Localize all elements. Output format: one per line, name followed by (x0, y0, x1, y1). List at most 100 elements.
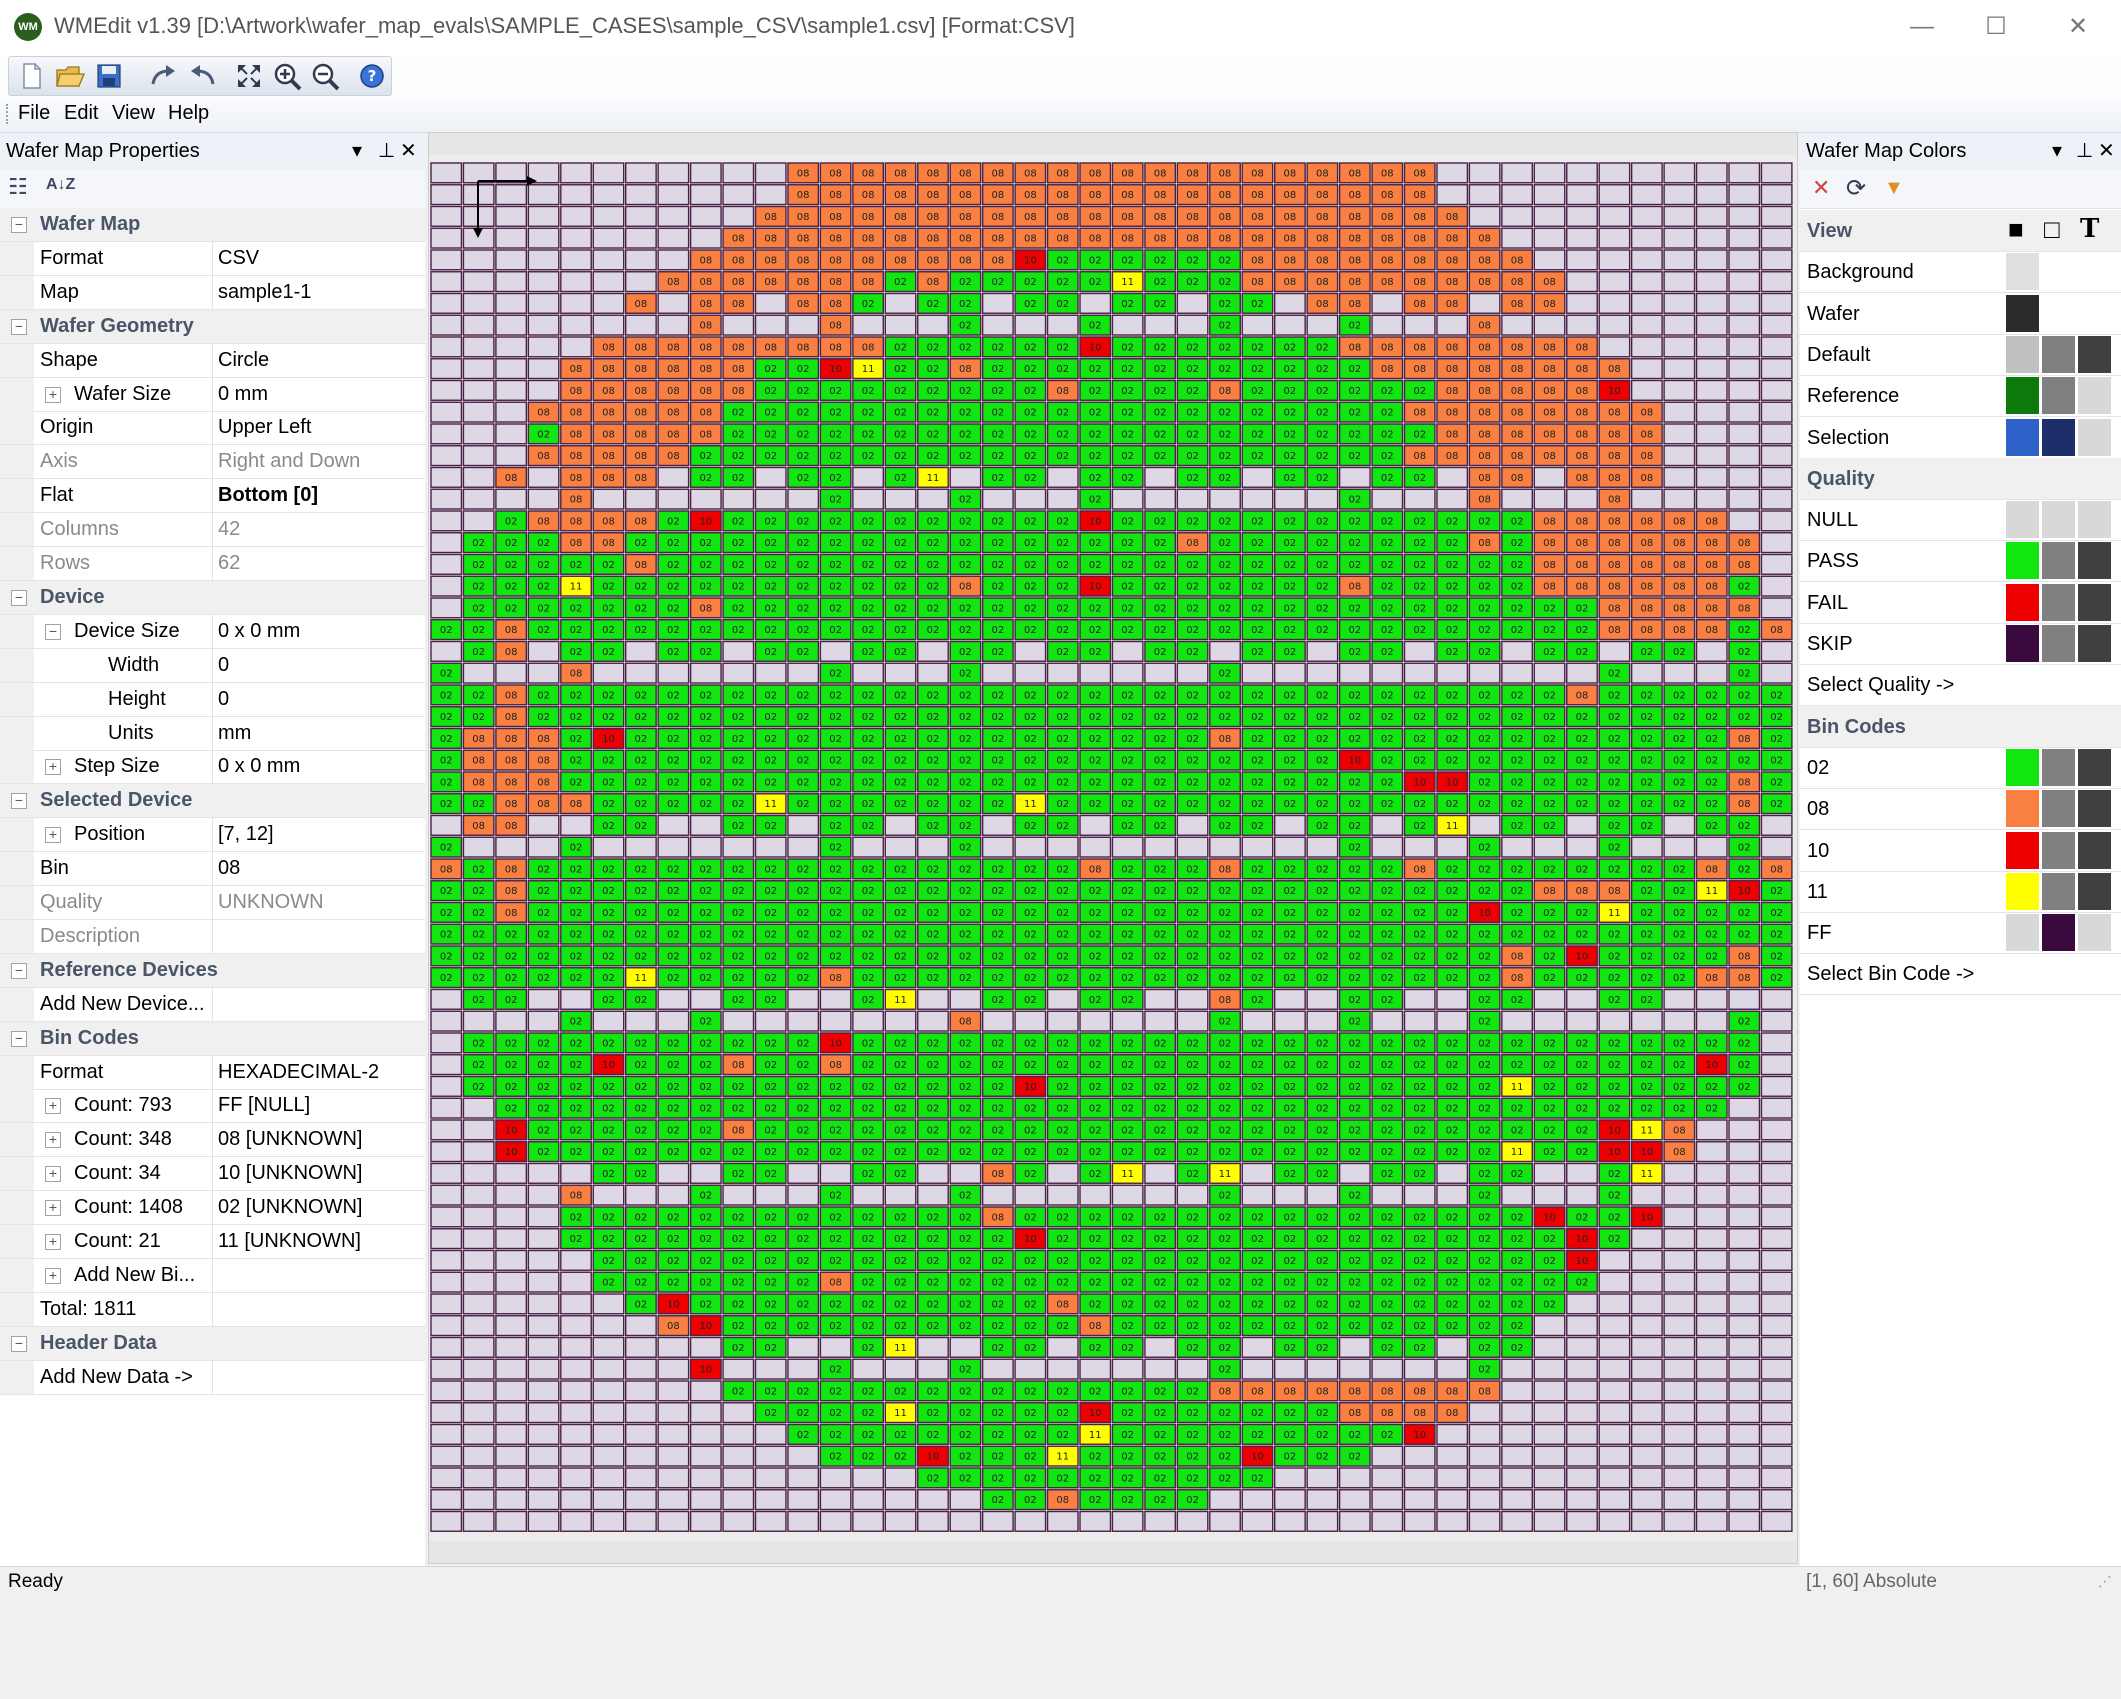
wafer-die[interactable] (527, 1445, 560, 1467)
wafer-die[interactable] (657, 662, 690, 684)
color-swatch[interactable] (2078, 790, 2111, 828)
color-swatch[interactable] (2078, 377, 2111, 415)
wafer-die[interactable] (981, 662, 1014, 684)
wafer-die[interactable] (1630, 1510, 1663, 1532)
wafer-die[interactable] (1695, 1423, 1728, 1445)
wafer-die[interactable] (1566, 205, 1598, 227)
wafer-die[interactable] (560, 292, 592, 314)
wafer-die[interactable] (430, 1162, 463, 1184)
wafer-die[interactable] (462, 1162, 495, 1184)
wafer-die[interactable] (917, 1162, 949, 1184)
wafer-die[interactable] (1760, 227, 1793, 249)
wafer-die[interactable] (1533, 1423, 1566, 1445)
wafer-die[interactable] (1760, 510, 1793, 532)
wafer-die[interactable] (462, 466, 495, 488)
wafer-die[interactable] (1598, 227, 1631, 249)
wafer-die[interactable] (1728, 184, 1761, 206)
wafer-die[interactable] (1306, 1358, 1339, 1380)
color-swatch[interactable] (2078, 418, 2111, 456)
menu-file[interactable]: File (18, 102, 50, 125)
wafer-die[interactable] (1144, 988, 1177, 1010)
wafer-die[interactable] (1241, 1510, 1274, 1532)
wafer-die[interactable] (657, 1489, 690, 1511)
wafer-die[interactable] (1566, 488, 1598, 510)
wafer-die[interactable] (1566, 1336, 1598, 1358)
wafer-die[interactable] (1728, 379, 1761, 401)
wafer-die[interactable] (1695, 445, 1728, 467)
wafer-die[interactable] (1111, 1010, 1144, 1032)
property-value[interactable]: 62 (218, 552, 240, 575)
wafer-die[interactable] (1760, 1184, 1793, 1206)
property-value[interactable]: 0 (218, 654, 229, 677)
wafer-die[interactable] (1436, 1184, 1469, 1206)
wafer-die[interactable] (1046, 1510, 1079, 1532)
wafer-die[interactable] (495, 1162, 528, 1184)
wafer-die[interactable] (1274, 314, 1306, 336)
wafer-die[interactable] (657, 1010, 690, 1032)
wafer-die[interactable] (1566, 1184, 1598, 1206)
wafer-die[interactable] (1079, 662, 1112, 684)
wafer-die[interactable] (560, 162, 592, 184)
wafer-die[interactable] (1436, 1336, 1469, 1358)
wafer-die[interactable] (657, 314, 690, 336)
wafer-die[interactable] (527, 1489, 560, 1511)
wafer-die[interactable] (1760, 575, 1793, 597)
property-row[interactable]: Shape Circle (0, 343, 425, 378)
wafer-die[interactable] (1533, 314, 1566, 336)
wafer-die[interactable] (1501, 1184, 1533, 1206)
wafer-die[interactable] (1630, 314, 1663, 336)
wafer-die[interactable] (1760, 358, 1793, 380)
wafer-die[interactable] (1046, 1358, 1079, 1380)
property-category[interactable]: − Header Data (0, 1326, 425, 1361)
wafer-die[interactable] (787, 488, 820, 510)
wafer-die[interactable] (1533, 1162, 1566, 1184)
wafer-die[interactable] (1728, 227, 1761, 249)
wafer-die[interactable] (1144, 1358, 1177, 1380)
wafer-die[interactable] (462, 401, 495, 423)
wafer-die[interactable] (527, 184, 560, 206)
wafer-die[interactable] (722, 1489, 755, 1511)
wafer-die[interactable] (884, 1467, 917, 1489)
color-swatch[interactable] (2006, 583, 2039, 621)
wafer-die[interactable] (495, 445, 528, 467)
wafer-die[interactable] (430, 1119, 463, 1141)
wafer-die[interactable] (722, 488, 755, 510)
property-row[interactable]: Quality UNKNOWN (0, 886, 425, 920)
wafer-die[interactable] (462, 1423, 495, 1445)
wafer-die[interactable] (1338, 1336, 1371, 1358)
wafer-die[interactable] (1079, 814, 1112, 836)
color-swatch[interactable] (2006, 501, 2039, 539)
wafer-die[interactable] (462, 1445, 495, 1467)
wafer-die[interactable] (657, 1467, 690, 1489)
expand-icon[interactable]: + (45, 1098, 61, 1115)
wafer-die[interactable] (1663, 1423, 1696, 1445)
wafer-die[interactable] (560, 1358, 592, 1380)
wafer-die[interactable] (1209, 1510, 1241, 1532)
wafer-die[interactable] (949, 1162, 982, 1184)
wafer-die[interactable] (1501, 488, 1533, 510)
wafer-die[interactable] (1176, 1010, 1209, 1032)
wafer-die[interactable] (430, 1445, 463, 1467)
wafer-die[interactable] (495, 1423, 528, 1445)
wafer-die[interactable] (722, 314, 755, 336)
color-row[interactable]: Default (1800, 334, 2121, 376)
wafer-die[interactable] (1663, 1010, 1696, 1032)
wafer-die[interactable] (560, 814, 592, 836)
wafer-die[interactable] (1728, 488, 1761, 510)
wafer-die[interactable] (917, 1510, 949, 1532)
color-swatch[interactable] (2006, 253, 2039, 291)
wafer-die[interactable] (1436, 1489, 1469, 1511)
wafer-die[interactable] (722, 836, 755, 858)
wafer-die[interactable] (819, 1010, 852, 1032)
wafer-die[interactable] (1046, 1010, 1079, 1032)
wafer-die[interactable] (1695, 1162, 1728, 1184)
property-row[interactable]: + Count: 1408 02 [UNKNOWN] (0, 1191, 425, 1226)
wafer-die[interactable] (1014, 488, 1047, 510)
wafer-die[interactable] (430, 271, 463, 293)
property-value[interactable]: sample1-1 (218, 281, 311, 304)
wafer-die[interactable] (1436, 1010, 1469, 1032)
wafer-die[interactable] (1598, 1445, 1631, 1467)
wafer-die[interactable] (884, 1510, 917, 1532)
wafer-die[interactable] (884, 662, 917, 684)
wafer-die[interactable] (1760, 814, 1793, 836)
